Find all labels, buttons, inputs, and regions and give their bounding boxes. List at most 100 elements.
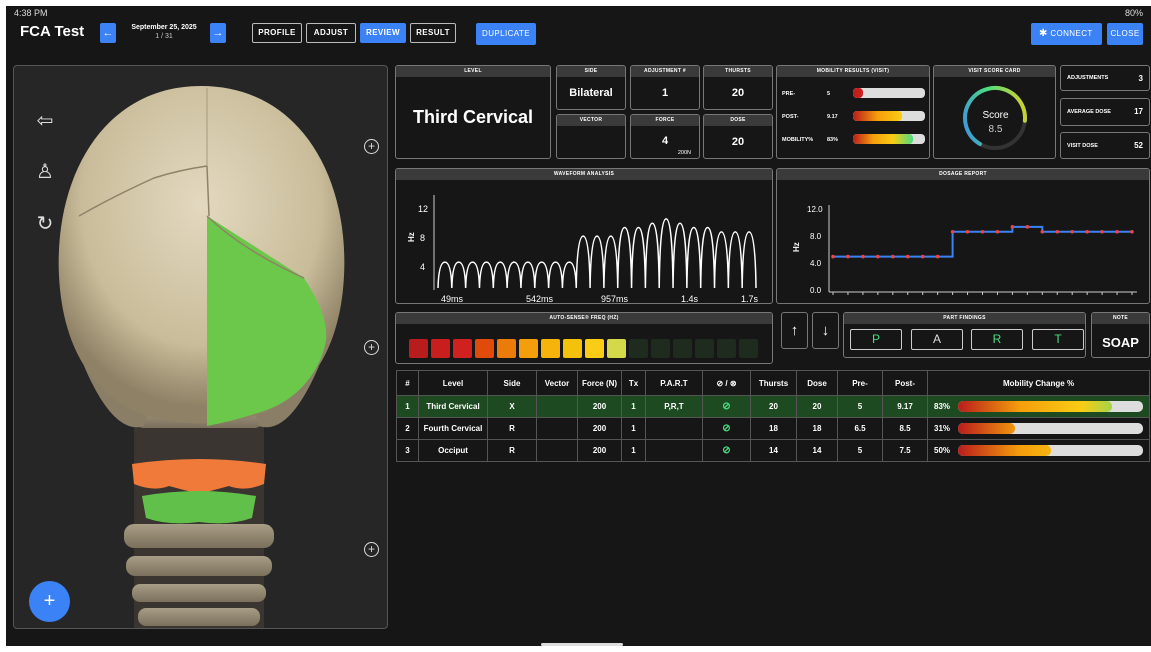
col-level: Level — [418, 370, 488, 396]
col-side: Side — [487, 370, 537, 396]
cell-dose: 20 — [796, 395, 838, 418]
add-level-button-top[interactable]: + — [364, 139, 379, 154]
skull-illustration — [58, 86, 345, 628]
mobility-post-bar — [853, 111, 925, 121]
table-header-row: # Level Side Vector Force (N) Tx P.A.R.T… — [396, 370, 1150, 396]
col-check: ⊘ / ⊗ — [702, 370, 751, 396]
freq-cell — [607, 339, 626, 358]
cell-tx: 1 — [621, 417, 646, 440]
col-pre: Pre- — [837, 370, 883, 396]
move-down-button[interactable]: ↓ — [812, 312, 839, 349]
cell-mobility-change: 83% — [927, 395, 1150, 418]
tab-profile[interactable]: PROFILE — [252, 23, 302, 43]
waveform-xtick-2: 957ms — [601, 294, 629, 304]
cell-force: 200 — [577, 395, 622, 418]
mobility-post-value: 9.17 — [827, 114, 838, 120]
mobility-results-header: MOBILITY RESULTS (VISIT) — [777, 66, 929, 77]
cell-level: Third Cervical — [418, 395, 488, 418]
part-finding-t[interactable]: T — [1032, 329, 1084, 350]
dosage-point — [1115, 229, 1119, 234]
cell-dose: 18 — [796, 417, 838, 440]
duplicate-button[interactable]: DUPLICATE — [476, 23, 536, 45]
table-row[interactable]: 3 Occiput R 200 1 ⊘ 14 14 5 7.5 50% — [396, 439, 1150, 462]
note-header: NOTE — [1092, 313, 1149, 324]
refresh-icon[interactable]: ↻ — [34, 211, 56, 236]
add-adjustment-fab[interactable]: + — [29, 581, 70, 622]
check-icon[interactable]: ⊘ — [702, 439, 751, 462]
freq-cell — [717, 339, 736, 358]
visit-dose-stat-label: VISIT DOSE — [1067, 143, 1098, 149]
average-dose-stat: AVERAGE DOSE 17 — [1060, 98, 1150, 126]
col-part: P.A.R.T — [645, 370, 703, 396]
spine-model-panel[interactable]: ⇦ ♙ ↻ + + + + — [13, 65, 388, 629]
home-indicator[interactable] — [541, 643, 623, 646]
dosage-ytick-4: 4.0 — [810, 259, 822, 268]
waveform-ylabel: Hz — [407, 232, 416, 242]
freq-cell — [695, 339, 714, 358]
col-mobility-change: Mobility Change % — [927, 370, 1150, 396]
dosage-point — [1055, 229, 1060, 234]
date-counter: 1 / 31 — [155, 33, 173, 40]
waveform-chart: Hz 12 8 4 49ms 542ms 957ms 1.4s 1.7s — [407, 195, 759, 304]
add-level-button-middle[interactable]: + — [364, 340, 379, 355]
dosage-point — [995, 229, 1000, 234]
tab-review[interactable]: REVIEW — [360, 23, 406, 43]
note-card[interactable]: NOTE SOAP — [1091, 312, 1150, 358]
part-finding-a[interactable]: A — [911, 329, 963, 350]
tab-adjust[interactable]: ADJUST — [306, 23, 356, 43]
dosage-point — [1010, 225, 1015, 229]
mobility-pre-value: 5 — [827, 91, 831, 97]
table-row[interactable]: 2 Fourth Cervical R 200 1 ⊘ 18 18 6.5 8.5 31% — [396, 417, 1150, 440]
vertebra-c3-highlight[interactable] — [142, 491, 256, 524]
col-tx: Tx — [621, 370, 646, 396]
dose-card-header: DOSE — [704, 115, 772, 126]
dosage-point — [1040, 229, 1045, 234]
thursts-value: 20 — [731, 87, 745, 99]
prev-date-button[interactable]: ← — [100, 23, 116, 43]
cell-pre: 6.5 — [837, 417, 883, 440]
table-row[interactable]: 1 Third Cervical X 200 1 P,R,T ⊘ 20 20 5 9.17 83% — [396, 395, 1150, 418]
dosage-point — [980, 229, 985, 234]
cell-side: R — [487, 417, 537, 440]
freq-cell — [431, 339, 450, 358]
close-button[interactable]: CLOSE — [1107, 23, 1143, 45]
dosage-ytick-12: 12.0 — [807, 205, 823, 214]
cell-level: Occiput — [418, 439, 488, 462]
tab-result[interactable]: RESULT — [410, 23, 456, 43]
waveform-analysis-card: WAVEFORM ANALYSIS Hz 12 8 4 49ms 542ms 9… — [395, 168, 773, 304]
visit-score-card: VISIT SCORE CARD Score 8.5 — [933, 65, 1056, 159]
cell-n: 2 — [396, 417, 419, 440]
connect-button[interactable]: ✱ CONNECT — [1031, 23, 1102, 45]
waveform-line — [437, 218, 757, 289]
cell-vector — [536, 439, 578, 462]
share-icon[interactable]: ⇦ — [34, 108, 56, 133]
cell-side: R — [487, 439, 537, 462]
check-icon[interactable]: ⊘ — [702, 417, 751, 440]
waveform-xtick-4: 1.7s — [741, 294, 759, 304]
dosage-point — [1130, 229, 1134, 234]
adjustments-stat: ADJUSTMENTS 3 — [1060, 65, 1150, 91]
level-value: Third Cervical — [412, 107, 534, 127]
top-bar: 4:38 PM 80% FCA Test ← September 25, 202… — [6, 6, 1151, 56]
adjustment-card-header: ADJUSTMENT # — [631, 66, 699, 77]
cell-thursts: 14 — [750, 439, 797, 462]
cell-force: 200 — [577, 439, 622, 462]
dosage-point — [920, 254, 925, 259]
dosage-point — [950, 229, 955, 234]
vector-card-header: VECTOR — [557, 115, 625, 126]
part-finding-r[interactable]: R — [971, 329, 1023, 350]
cell-n: 1 — [396, 395, 419, 418]
next-date-button[interactable]: → — [210, 23, 226, 43]
check-icon[interactable]: ⊘ — [702, 395, 751, 418]
freq-meter — [409, 339, 769, 358]
col-post: Post- — [882, 370, 928, 396]
waveform-ytick-4: 4 — [420, 262, 425, 272]
dosage-point — [861, 254, 865, 259]
add-level-button-bottom[interactable]: + — [364, 542, 379, 557]
dosage-point — [1085, 229, 1089, 234]
dosage-point — [831, 254, 835, 259]
move-up-button[interactable]: ↑ — [781, 312, 808, 349]
status-battery: 80% — [1124, 8, 1143, 18]
body-icon[interactable]: ♙ — [34, 159, 56, 184]
part-finding-p[interactable]: P — [850, 329, 902, 350]
